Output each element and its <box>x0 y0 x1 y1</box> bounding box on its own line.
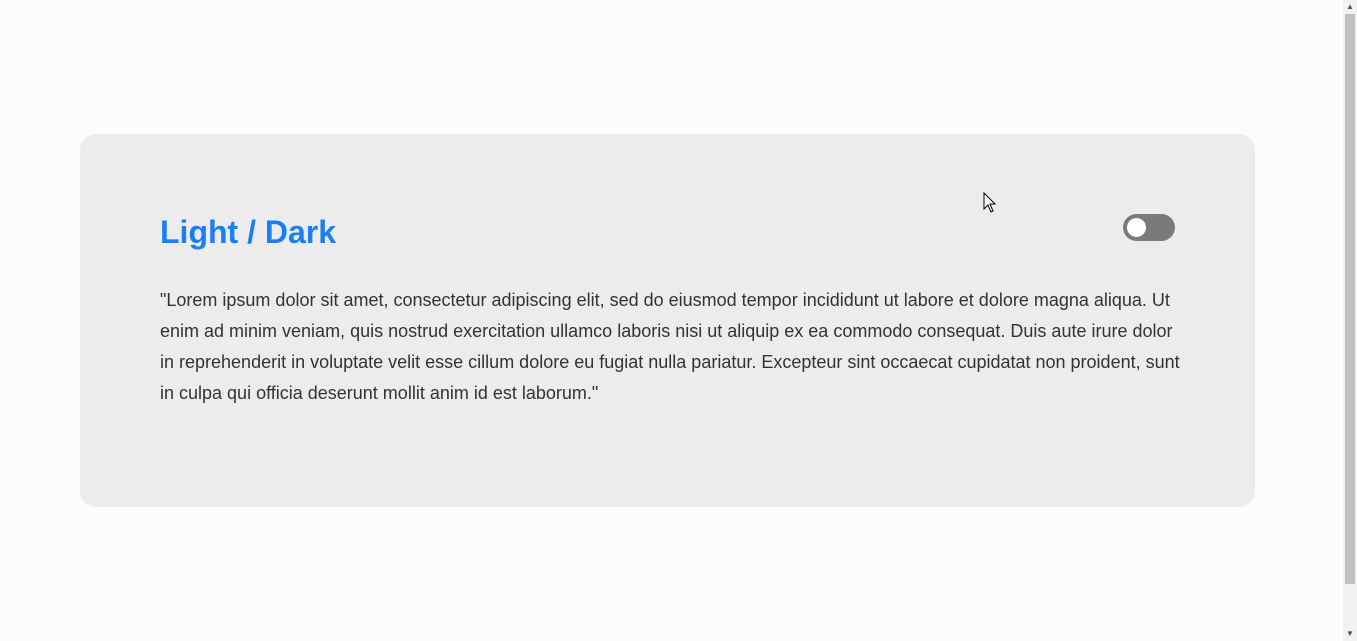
card-title: Light / Dark <box>160 214 337 250</box>
vertical-scrollbar[interactable]: ▲ ▼ <box>1343 0 1357 641</box>
page-viewport: Light / Dark "Lorem ipsum dolor sit amet… <box>0 0 1343 641</box>
scroll-down-arrow-icon[interactable]: ▼ <box>1343 627 1357 641</box>
toggle-knob <box>1127 218 1146 237</box>
card-body-text: "Lorem ipsum dolor sit amet, consectetur… <box>160 290 1180 403</box>
theme-toggle[interactable] <box>1123 214 1175 241</box>
scrollbar-thumb[interactable] <box>1345 14 1355 584</box>
theme-card: Light / Dark "Lorem ipsum dolor sit amet… <box>80 134 1255 507</box>
scroll-up-arrow-icon[interactable]: ▲ <box>1343 0 1357 14</box>
mouse-cursor-icon <box>983 192 997 213</box>
